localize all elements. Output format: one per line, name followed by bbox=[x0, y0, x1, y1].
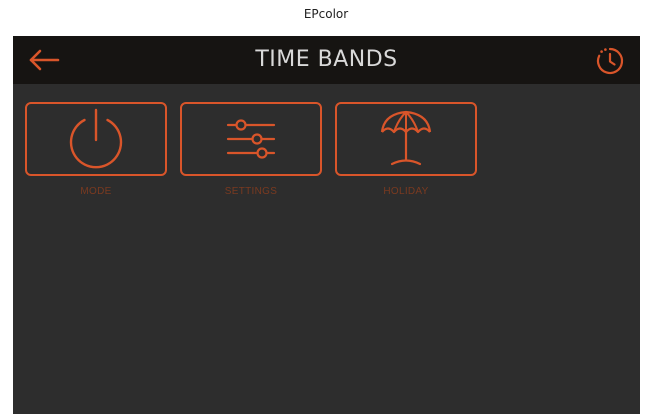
sliders-icon bbox=[226, 119, 276, 159]
mode-label: MODE bbox=[80, 186, 112, 197]
settings-tile-button[interactable] bbox=[180, 102, 322, 176]
settings-label: SETTINGS bbox=[224, 186, 278, 197]
history-button[interactable] bbox=[594, 45, 626, 77]
back-button[interactable] bbox=[27, 46, 61, 74]
page-title: TIME BANDS bbox=[255, 47, 398, 72]
holiday-tile-button[interactable] bbox=[335, 102, 477, 176]
window-caption: EPcolor bbox=[303, 7, 349, 21]
arrow-left-icon bbox=[29, 49, 60, 71]
top-bar: TIME BANDS bbox=[13, 36, 640, 84]
device-screen: TIME BANDS MODE SETTINGS HOLIDAY bbox=[13, 36, 640, 414]
umbrella-icon bbox=[380, 110, 432, 166]
holiday-label: HOLIDAY bbox=[383, 186, 429, 197]
clock-history-icon bbox=[596, 47, 624, 75]
power-icon bbox=[69, 108, 123, 169]
mode-tile-button[interactable] bbox=[25, 102, 167, 176]
